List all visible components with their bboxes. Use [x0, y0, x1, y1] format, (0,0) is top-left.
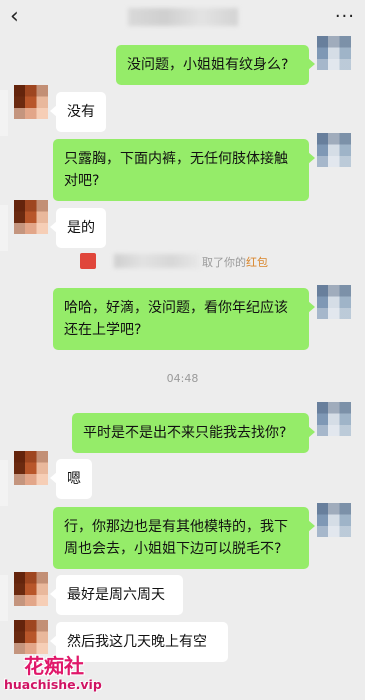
avatar-self[interactable] — [317, 36, 351, 70]
message-bubble-sent[interactable]: 平时是不是出不来只能我去找你? — [72, 413, 315, 453]
avatar-contact[interactable] — [14, 200, 48, 234]
avatar-contact[interactable] — [14, 451, 48, 485]
message-bubble-received[interactable]: 嗯 — [50, 459, 92, 499]
left-edge-strip — [0, 205, 8, 251]
chevron-left-icon[interactable]: ‹ — [10, 6, 30, 28]
avatar-self[interactable] — [317, 503, 351, 537]
left-edge-strip — [0, 575, 8, 621]
watermark-cn: 花痴社 — [24, 654, 84, 678]
message-bubble-sent[interactable]: 哈哈，好滴，没问题，看你年纪应该还在上学吧? — [53, 288, 315, 350]
red-packet-link[interactable]: 红包 — [246, 256, 268, 269]
chat-title-blurred — [128, 8, 238, 26]
chat-timestamp: 04:48 — [166, 372, 199, 385]
message-bubble-received[interactable]: 是的 — [50, 208, 106, 248]
site-watermark: 花痴社 huachishe.vip — [4, 650, 124, 696]
avatar-contact[interactable] — [14, 572, 48, 606]
more-dots-icon[interactable]: ··· — [335, 6, 355, 27]
avatar-self[interactable] — [317, 133, 351, 167]
top-bar: ‹ ··· — [0, 0, 365, 34]
avatar-contact[interactable] — [14, 85, 48, 119]
notice-name-blurred — [114, 254, 200, 268]
watermark-en: huachishe.vip — [4, 677, 102, 692]
red-packet-icon — [80, 253, 96, 269]
avatar-self[interactable] — [317, 402, 351, 436]
message-bubble-sent[interactable]: 行，你那边也是有其他模特的，我下周也会去，小姐姐下边可以脱毛不? — [53, 507, 315, 569]
message-bubble-received[interactable]: 没有 — [50, 92, 106, 132]
message-bubble-received[interactable]: 最好是周六周天 — [50, 575, 183, 615]
left-edge-strip — [0, 460, 8, 506]
left-edge-strip — [0, 90, 8, 136]
notice-text: 取了你的红包 — [202, 256, 268, 269]
avatar-self[interactable] — [317, 285, 351, 319]
avatar-contact[interactable] — [14, 620, 48, 654]
message-bubble-sent[interactable]: 没问题，小姐姐有纹身么? — [116, 45, 315, 85]
message-bubble-sent[interactable]: 只露胸，下面内裤，无任何肢体接触对吧? — [53, 139, 315, 201]
red-packet-notice: 取了你的红包 — [80, 252, 320, 272]
